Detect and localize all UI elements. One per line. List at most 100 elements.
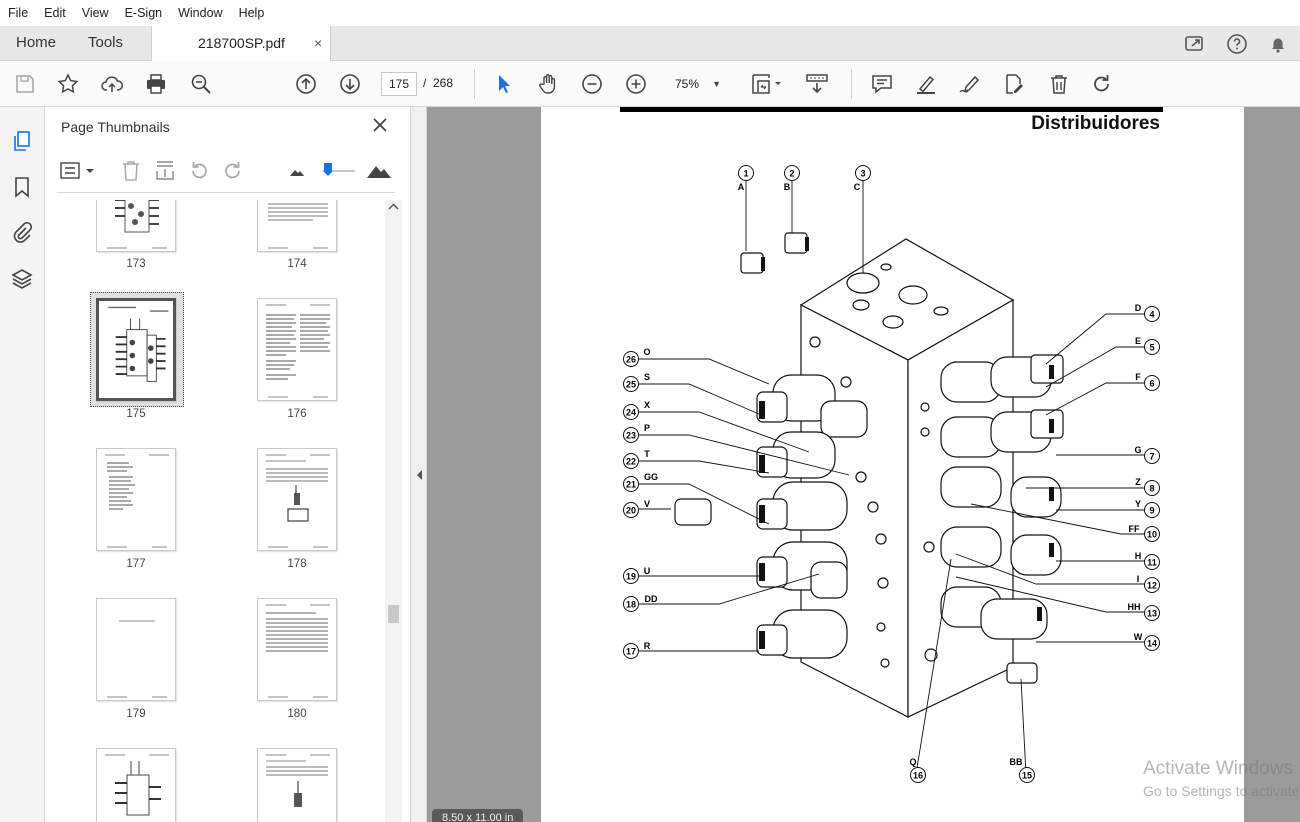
- edit-pdf-icon[interactable]: [1002, 72, 1026, 96]
- toolbar-divider: [474, 69, 475, 99]
- thumbnail-180[interactable]: [257, 598, 337, 701]
- thumbnail-173[interactable]: [96, 200, 176, 252]
- bell-icon[interactable]: [1266, 32, 1290, 56]
- thumbnail-175[interactable]: [96, 298, 176, 401]
- left-nav-rail: [0, 107, 45, 822]
- callout-letter: D: [1135, 303, 1142, 313]
- share-icon[interactable]: [1183, 32, 1207, 56]
- document-tab-name: 218700SP.pdf: [198, 35, 285, 51]
- callout-number: 25: [626, 380, 636, 390]
- chevron-down-icon: ▼: [712, 79, 721, 89]
- menu-view[interactable]: View: [74, 6, 117, 20]
- delete-page-icon[interactable]: [119, 157, 143, 185]
- help-icon[interactable]: [1225, 32, 1249, 56]
- callout-number: 8: [1149, 484, 1154, 494]
- thumbnail-scrollbar[interactable]: [385, 200, 402, 822]
- bookmark-icon[interactable]: [10, 175, 34, 199]
- bookmark-star-icon[interactable]: [56, 72, 80, 96]
- small-thumbnails-icon[interactable]: [287, 157, 307, 185]
- rotate-left-icon[interactable]: [187, 157, 211, 185]
- callout-number: 10: [1147, 530, 1157, 540]
- hand-icon[interactable]: [536, 72, 560, 96]
- callout-letter: S: [644, 372, 650, 382]
- callout-letter: HH: [1128, 602, 1141, 612]
- menu-window[interactable]: Window: [170, 6, 230, 20]
- callout-number: 2: [789, 169, 794, 179]
- page-up-icon[interactable]: [294, 72, 318, 96]
- close-tab-icon[interactable]: ×: [314, 26, 322, 60]
- page-down-icon[interactable]: [338, 72, 362, 96]
- callout-letter: W: [1134, 632, 1143, 642]
- callout-letter: P: [644, 423, 650, 433]
- tab-home[interactable]: Home: [16, 26, 56, 60]
- thumbnail-size-slider[interactable]: [319, 157, 357, 185]
- upload-icon[interactable]: [100, 72, 124, 96]
- valve-block-diagram: 26 O 25 S 24 X 23 P 22 T 21 GG 20 V 19 U…: [623, 165, 1160, 783]
- panel-divider: [57, 192, 395, 193]
- thumbnail-182[interactable]: [257, 748, 337, 822]
- thumbnails-panel: Page Thumbnails 173 174 175 176 177 178 …: [45, 107, 410, 822]
- close-panel-icon[interactable]: [371, 116, 389, 134]
- print-icon[interactable]: [144, 72, 168, 96]
- callout-number: 22: [626, 457, 636, 467]
- collapse-panel-icon[interactable]: [411, 465, 428, 485]
- tab-document[interactable]: 218700SP.pdf ×: [151, 26, 331, 61]
- callout-number: 13: [1147, 609, 1157, 619]
- comment-icon[interactable]: [870, 72, 894, 96]
- extract-page-icon[interactable]: [153, 157, 177, 185]
- callout-number: 5: [1149, 343, 1154, 353]
- scrollbar-thumb[interactable]: [388, 605, 399, 623]
- delete-icon[interactable]: [1047, 72, 1071, 96]
- thumbnail-diagram-image: [266, 454, 330, 548]
- pages-icon[interactable]: [10, 129, 34, 153]
- thumbnail-178[interactable]: [257, 448, 337, 551]
- activation-watermark-title: Activate Windows: [1143, 758, 1293, 779]
- save-icon[interactable]: [13, 72, 37, 96]
- thumbnail-179[interactable]: [96, 598, 176, 701]
- zoom-out-icon[interactable]: [580, 72, 604, 96]
- zoom-in-icon[interactable]: [624, 72, 648, 96]
- page-number-input[interactable]: 175: [381, 72, 417, 96]
- menu-help[interactable]: Help: [231, 6, 273, 20]
- callout-number: 3: [860, 169, 865, 179]
- thumbnail-181[interactable]: [96, 748, 176, 822]
- callout-letter: Q: [909, 757, 916, 767]
- menu-file[interactable]: File: [0, 6, 36, 20]
- tab-bar: Home Tools 218700SP.pdf ×: [0, 26, 1300, 61]
- callout-letter: FF: [1129, 524, 1140, 534]
- thumbnail-177[interactable]: [96, 448, 176, 551]
- thumbnail-options-icon[interactable]: [59, 157, 97, 185]
- thumbnail-176[interactable]: [257, 298, 337, 401]
- tab-tools[interactable]: Tools: [88, 26, 123, 60]
- sign-icon[interactable]: [958, 72, 982, 96]
- zoom-search-icon[interactable]: [189, 72, 213, 96]
- attachment-icon[interactable]: [10, 221, 34, 245]
- panel-splitter[interactable]: [410, 107, 427, 822]
- large-thumbnails-icon[interactable]: [365, 157, 393, 185]
- document-viewer[interactable]: Distribuidores 26 O 25 S 24 X 23 P 22 T …: [427, 107, 1300, 822]
- thumbnail-label: 178: [287, 558, 307, 570]
- select-cursor-icon[interactable]: [492, 72, 516, 96]
- callout-number: 12: [1147, 581, 1157, 591]
- panel-title: Page Thumbnails: [61, 119, 170, 135]
- highlight-icon[interactable]: [914, 72, 938, 96]
- callout-number: 11: [1147, 558, 1157, 568]
- menu-edit[interactable]: Edit: [36, 6, 74, 20]
- rotate-right-icon[interactable]: [221, 157, 245, 185]
- scroll-mode-icon[interactable]: [805, 72, 829, 96]
- layers-icon[interactable]: [10, 267, 34, 291]
- callout-letter: Z: [1135, 477, 1141, 487]
- callout-number: 9: [1149, 506, 1154, 516]
- callout-letter: BB: [1010, 757, 1023, 767]
- thumbnail-diagram-image: [107, 200, 167, 249]
- toolbar-divider: [851, 69, 852, 99]
- menu-esign[interactable]: E-Sign: [117, 6, 171, 20]
- zoom-level-select[interactable]: 75% ▼: [665, 72, 727, 96]
- menu-bar: File Edit View E-Sign Window Help: [0, 0, 1300, 26]
- rotate-icon[interactable]: [1090, 72, 1114, 96]
- callout-number: 15: [1022, 771, 1032, 781]
- scroll-up-icon[interactable]: [385, 200, 402, 214]
- thumbnail-174[interactable]: [257, 200, 337, 252]
- thumbnail-label: 174: [287, 258, 307, 270]
- fit-page-icon[interactable]: [750, 72, 784, 96]
